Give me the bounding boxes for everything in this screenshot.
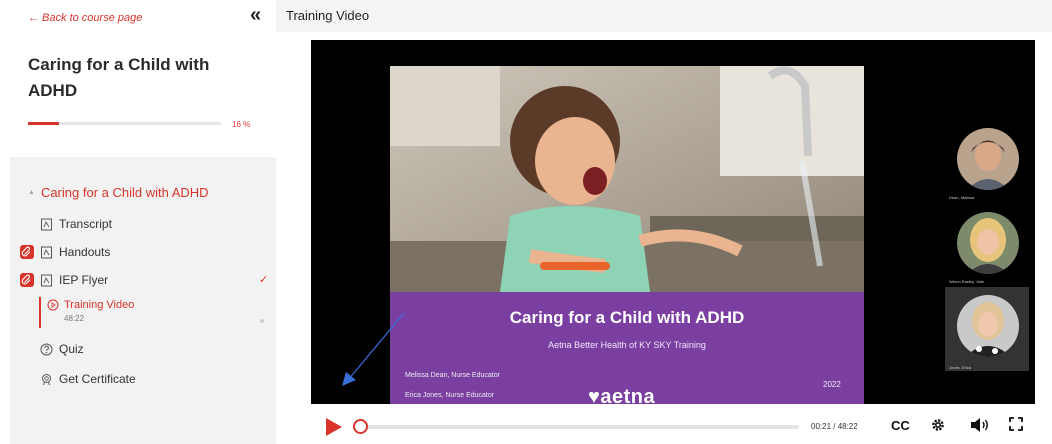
outline-item-label: Training Video: [64, 299, 135, 311]
slide-year: 2022: [823, 380, 841, 389]
outline-item-iep-flyer[interactable]: IEP Flyer: [40, 271, 108, 289]
completed-check-icon: ✓: [259, 274, 269, 286]
outline-item-quiz[interactable]: Quiz: [40, 340, 84, 358]
participant-name: Jones, Erica: [949, 365, 972, 370]
back-to-course-link[interactable]: ← Back to course page: [28, 12, 142, 24]
playback-time: 00:21 / 48:22: [811, 422, 858, 431]
page-title: Training Video: [286, 8, 370, 23]
course-outline: ▲ Caring for a Child with ADHD Transcrip…: [10, 157, 276, 444]
outline-item-label: Get Certificate: [59, 372, 136, 386]
seek-bar[interactable]: [361, 425, 799, 429]
outline-item-training-video[interactable]: Training Video 48:22: [47, 299, 134, 323]
slide-subtitle: Aetna Better Health of KY SKY Training: [548, 340, 706, 350]
content-header: Training Video: [276, 0, 1052, 32]
video-controls: 00:21 / 48:22 CC: [311, 404, 1052, 444]
paperclip-icon: [20, 273, 34, 287]
course-sidebar: ← Back to course page « Caring for a Chi…: [0, 0, 276, 444]
certificate-icon: [42, 373, 51, 385]
outline-item-label: IEP Flyer: [59, 273, 109, 287]
play-icon[interactable]: [325, 417, 343, 437]
course-progress-percent: 16 %: [232, 120, 251, 129]
volume-icon[interactable]: [970, 417, 990, 433]
presentation-slide: Caring for a Child with ADHD Aetna Bette…: [390, 66, 864, 404]
participant-avatar: [957, 212, 1019, 274]
presenter-name: Melissa Dean, Nurse Educator: [405, 372, 500, 379]
fullscreen-icon[interactable]: [1009, 417, 1023, 431]
video-player[interactable]: Caring for a Child with ADHD Aetna Bette…: [311, 40, 1035, 404]
video-duration: 48:22: [64, 314, 85, 323]
course-progress-bar: [28, 122, 221, 125]
pdf-icon: [41, 218, 52, 230]
brand-logo: ♥aetna: [588, 386, 656, 404]
closed-captions-button[interactable]: CC: [891, 418, 910, 433]
paperclip-icon: [20, 245, 34, 259]
outline-item-transcript[interactable]: Transcript: [40, 215, 112, 233]
question-circle-icon: [40, 343, 53, 355]
presenter-name: Erica Jones, Nurse Educator: [405, 392, 495, 399]
seek-handle[interactable]: [353, 419, 368, 434]
participant-name: Wernn Easley, Julie: [949, 279, 984, 284]
active-item-indicator: [39, 297, 41, 328]
pdf-icon: [41, 274, 52, 286]
caret-up-icon: ▲: [28, 189, 35, 196]
collapse-sidebar-button[interactable]: «: [250, 4, 270, 26]
participant-avatar: [957, 128, 1019, 190]
module-title: Caring for a Child with ADHD: [40, 185, 209, 200]
annotation-arrow-icon: [342, 312, 405, 386]
play-circle-icon: [47, 299, 59, 311]
course-title: Caring for a Child with ADHD: [28, 55, 210, 100]
slide-title-panel: Caring for a Child with ADHD Aetna Bette…: [390, 292, 864, 404]
module-header[interactable]: ▲ Caring for a Child with ADHD: [28, 185, 209, 200]
participant-name: Dean, Melissa: [949, 195, 975, 200]
slide-photo: [390, 66, 864, 292]
gear-icon[interactable]: [930, 417, 946, 433]
outline-item-label: Handouts: [59, 245, 111, 259]
status-dot: [260, 319, 264, 323]
slide-title: Caring for a Child with ADHD: [509, 308, 745, 327]
pdf-icon: [41, 246, 52, 258]
outline-item-get-certificate[interactable]: Get Certificate: [40, 370, 136, 388]
outline-item-label: Transcript: [59, 217, 112, 231]
participant-avatar: [957, 295, 1019, 357]
course-progress-fill: [28, 122, 59, 125]
outline-item-handouts[interactable]: Handouts: [40, 243, 110, 261]
outline-item-label: Quiz: [59, 342, 84, 356]
